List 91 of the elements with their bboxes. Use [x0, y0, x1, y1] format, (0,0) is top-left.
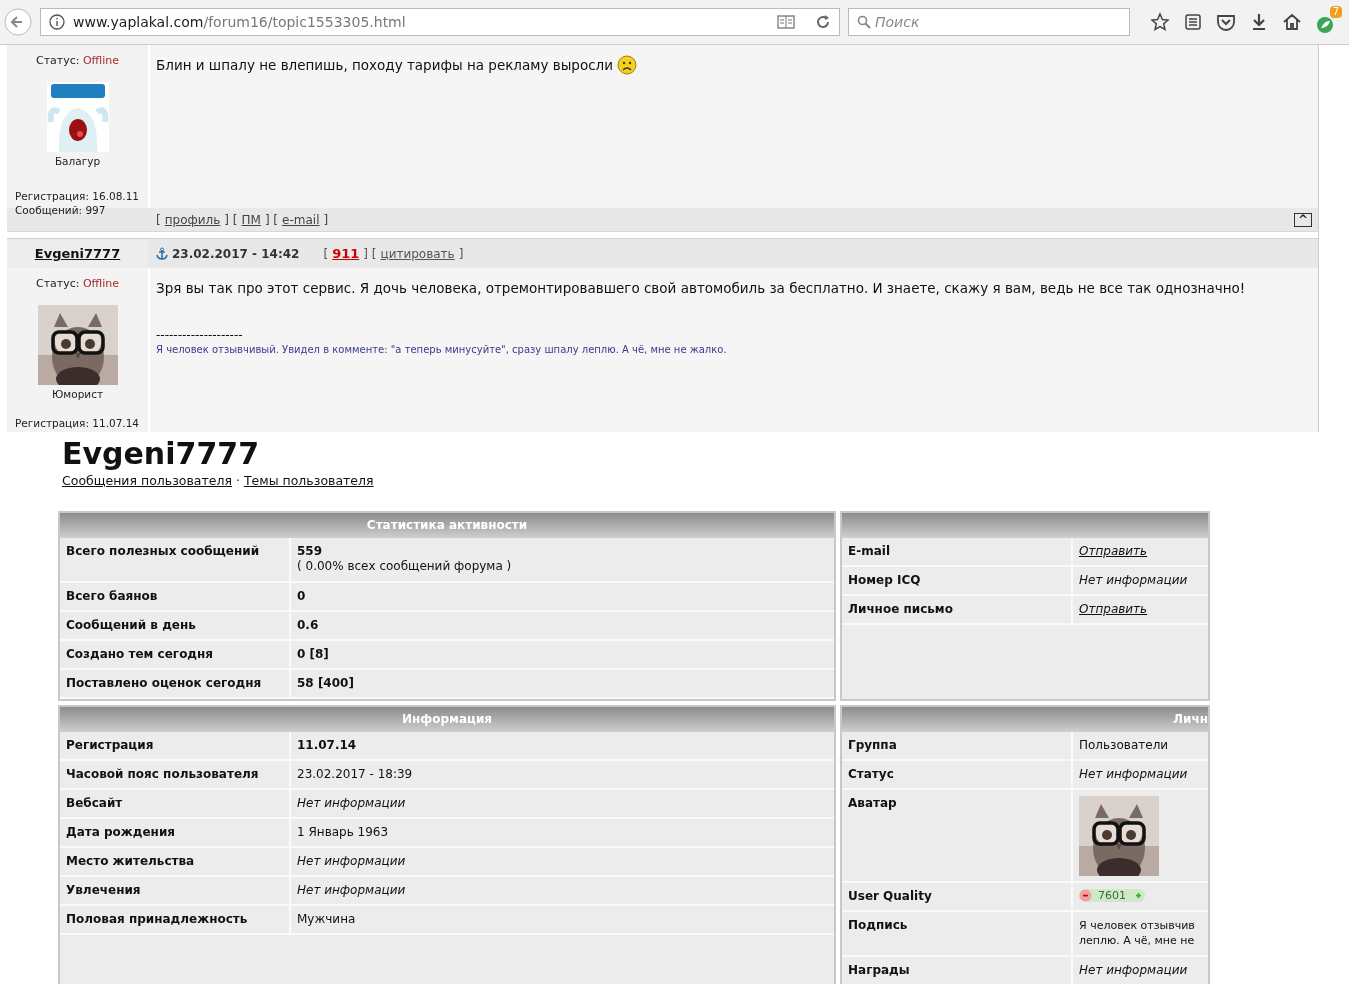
- row-value: 0: [297, 588, 306, 604]
- anchor-icon[interactable]: [156, 247, 168, 260]
- status-text: Статус: Offline: [35, 276, 120, 292]
- row-label: Вебсайт: [60, 789, 291, 817]
- row-value: Мужчина: [297, 911, 356, 927]
- leaf-icon: [1316, 16, 1334, 34]
- profile-link[interactable]: Темы пользователя: [243, 472, 374, 491]
- bracket: ]: [323, 211, 329, 229]
- footer-link[interactable]: профиль: [164, 210, 221, 229]
- row-value: Нет информации: [1079, 766, 1188, 782]
- post-text: Блин и шпалу не влепишь, походу тарифы на рекламу выросли: [156, 56, 613, 75]
- signature-text: Я человек отзывчив леплю. А чё, мне не: [1079, 917, 1195, 948]
- send-link[interactable]: Отправить: [1079, 543, 1148, 558]
- row-label: Увлечения: [60, 876, 291, 904]
- minus-icon[interactable]: [1079, 888, 1092, 902]
- separator-line: --------------------: [156, 328, 244, 343]
- bracket: ] [: [363, 245, 377, 263]
- info-icon: [49, 14, 65, 30]
- footer-link[interactable]: ПМ: [241, 210, 261, 229]
- registration-date: Регистрация: 16.08.11: [15, 189, 140, 204]
- table-header: Личн: [842, 706, 1208, 732]
- row-label: E-mail: [842, 537, 1073, 565]
- row-value: 559: [297, 543, 324, 559]
- row-value: Нет информации: [297, 882, 406, 898]
- row-label: Сообщений в день: [60, 611, 291, 639]
- search-icon: [857, 15, 871, 29]
- row-label: Место жительства: [60, 847, 291, 875]
- row-value: 0.6: [297, 617, 319, 633]
- row-label: Подпись: [842, 911, 1073, 955]
- row-label: Половая принадлежность: [60, 905, 291, 933]
- rating-badge: 7601: [1079, 888, 1145, 902]
- download-icon[interactable]: [1250, 13, 1268, 31]
- row-value: 1 Январь 1963: [297, 824, 389, 840]
- row-label: User Quality: [842, 882, 1073, 910]
- row-value: Нет информации: [1079, 572, 1188, 588]
- row-value: 0 [8]: [297, 646, 329, 662]
- home-icon[interactable]: [1282, 13, 1302, 31]
- notification-badge: 7: [1329, 6, 1342, 18]
- status-text: Статус: Offline: [35, 53, 120, 69]
- user-rank: Балагур: [54, 153, 101, 169]
- row-label: Личное письмо: [842, 595, 1073, 623]
- bracket: [: [323, 245, 329, 263]
- row-value: 58 [400]: [297, 675, 354, 691]
- row-value: Нет информации: [297, 795, 406, 811]
- scroll-top-link[interactable]: ^: [1293, 212, 1312, 227]
- row-value: Пользователи: [1079, 737, 1169, 753]
- row-label: Статус: [842, 760, 1073, 788]
- profile-link[interactable]: Сообщения пользователя: [62, 472, 232, 491]
- address-bar[interactable]: www.yaplakal.com/forum16/topic1553305.html: [40, 8, 840, 36]
- row-label: Всего баянов: [60, 582, 291, 610]
- bracket: ]: [458, 245, 464, 263]
- link-separator: ·: [235, 472, 240, 490]
- table-header: Статистика активности: [60, 512, 834, 538]
- row-label: Группа: [842, 731, 1073, 759]
- post-text: Зря вы так про этот сервис. Я дочь человека, отремонтировавшего свой автомобиль за бесплатно. И знаете, скажу я вам, ведь не все так однозначно!: [156, 279, 1246, 298]
- row-label: Создано тем сегодня: [60, 640, 291, 668]
- row-label: Поставлено оценок сегодня: [60, 669, 291, 697]
- star-icon[interactable]: [1150, 12, 1170, 32]
- search-input[interactable]: Поиск: [875, 11, 1121, 33]
- quote-link[interactable]: цитировать: [380, 244, 455, 263]
- reader-view-icon[interactable]: [777, 15, 795, 29]
- bracket: ] [: [264, 211, 279, 229]
- row-label: Аватар: [842, 789, 1073, 881]
- back-button[interactable]: [4, 8, 32, 36]
- row-note: ( 0.00% всех сообщений форума ): [297, 558, 512, 574]
- row-label: Всего полезных сообщений: [60, 537, 291, 581]
- search-field[interactable]: Поиск: [848, 8, 1130, 36]
- reload-icon[interactable]: [815, 14, 831, 30]
- row-value: Нет информации: [297, 853, 406, 869]
- list-icon[interactable]: [1184, 13, 1202, 31]
- bracket: [: [156, 211, 161, 229]
- row-value: Нет информации: [1079, 962, 1188, 978]
- row-label: Часовой пояс пользователя: [60, 760, 291, 788]
- signature-text: Я человек отзывчивый. Увидел в комменте: "а теперь минусуйте", сразу шпалу леплю. А чё, мне не жалко.: [156, 343, 728, 358]
- row-value: 23.02.2017 - 18:39: [297, 766, 413, 782]
- registration-date: Регистрация: 11.07.14: [15, 416, 140, 431]
- rating-link[interactable]: 911: [332, 243, 360, 264]
- bracket: ] [: [224, 211, 238, 229]
- row-label: Награды: [842, 956, 1073, 984]
- profile-name: Evgeni7777: [62, 436, 260, 472]
- post-date: 23.02.2017 - 14:42: [172, 245, 300, 263]
- message-count: Сообщений: 997: [15, 203, 107, 218]
- send-link[interactable]: Отправить: [1079, 601, 1148, 616]
- row-label: Дата рождения: [60, 818, 291, 846]
- table-header: Информация: [60, 706, 834, 732]
- row-value: 11.07.14: [297, 737, 357, 753]
- footer-link[interactable]: e-mail: [282, 210, 320, 229]
- pocket-icon[interactable]: [1216, 13, 1236, 31]
- user-rank: Юморист: [51, 386, 104, 402]
- row-label: Номер ICQ: [842, 566, 1073, 594]
- row-label: Регистрация: [60, 731, 291, 759]
